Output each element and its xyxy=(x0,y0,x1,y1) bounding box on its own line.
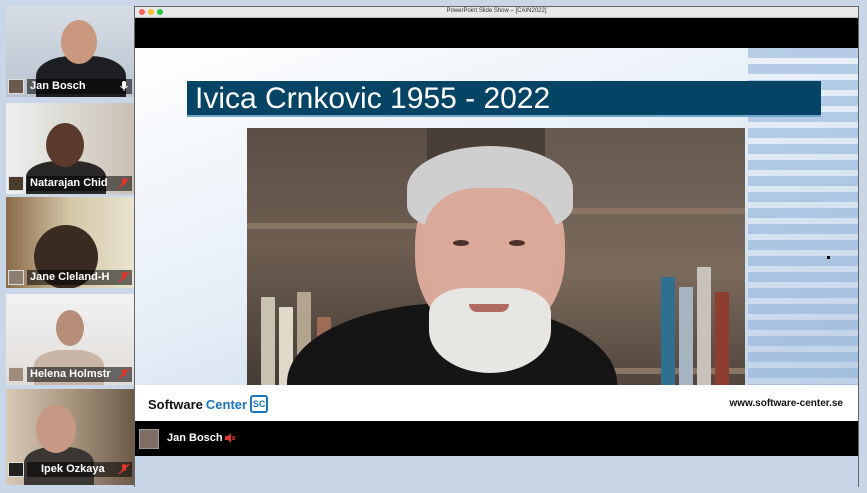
participant-tile-ipek[interactable]: Ipek Ozkaya xyxy=(6,389,134,485)
window-titlebar: PowerPoint Slide Show – [CAIN2022] xyxy=(135,7,858,18)
shelf-board xyxy=(247,223,427,229)
book xyxy=(679,287,693,387)
website-url: www.software-center.se xyxy=(729,398,843,409)
participant-nameplate: Helena Holmstr xyxy=(8,367,132,382)
slide-title: Ivica Crnkovic 1955 - 2022 xyxy=(195,82,551,115)
microphone-muted-icon[interactable] xyxy=(118,368,130,380)
avatar xyxy=(8,176,24,191)
shelf-board xyxy=(545,208,745,214)
slide-title-bar: Ivica Crnkovic 1955 - 2022 xyxy=(187,81,821,117)
participant-name: Helena Holmstr xyxy=(27,367,132,382)
avatar xyxy=(8,270,24,285)
book xyxy=(261,297,275,387)
brand-logo-icon: SC xyxy=(250,395,269,413)
portrait-photo xyxy=(247,128,745,417)
person-beard xyxy=(429,288,551,373)
participant-nameplate: Ipek Ozkaya xyxy=(8,462,132,477)
avatar xyxy=(8,79,24,94)
window-bottom xyxy=(135,456,858,488)
participant-strip: Jan Bosch Natarajan Chid Jane Cleland-H xyxy=(6,6,134,487)
brand-name: Software xyxy=(148,396,203,412)
participant-nameplate: Natarajan Chid xyxy=(8,176,132,191)
avatar xyxy=(8,367,24,382)
mouse-cursor xyxy=(827,256,830,259)
microphone-muted-icon[interactable] xyxy=(118,271,130,283)
person-mouth xyxy=(469,304,509,312)
participant-name: Ipek Ozkaya xyxy=(27,462,132,477)
microphone-muted-icon[interactable] xyxy=(118,463,130,475)
avatar xyxy=(139,429,159,449)
microphone-muted-icon[interactable] xyxy=(224,432,236,444)
person-head xyxy=(56,310,84,346)
person-eye xyxy=(509,240,525,246)
book xyxy=(661,277,675,387)
participant-name: Natarajan Chid xyxy=(27,176,132,191)
participant-name: Jane Cleland-H xyxy=(27,270,132,285)
book xyxy=(697,267,711,387)
microphone-icon[interactable] xyxy=(118,80,130,92)
presentation-window: PowerPoint Slide Show – [CAIN2022] Ivica… xyxy=(134,6,859,488)
letterbox-top xyxy=(135,18,858,48)
slide: Ivica Crnkovic 1955 - 2022 Software Cent… xyxy=(135,48,858,421)
avatar xyxy=(8,462,24,477)
slide-footer: Software Center SC www.software-center.s… xyxy=(135,385,858,421)
active-speaker-name: Jan Bosch xyxy=(167,432,223,444)
brand-name-accent: Center xyxy=(205,396,248,412)
book xyxy=(715,292,729,387)
participant-tile-natarajan[interactable]: Natarajan Chid xyxy=(6,103,134,194)
participant-nameplate: Jane Cleland-H xyxy=(8,270,132,285)
participant-tile-jane[interactable]: Jane Cleland-H xyxy=(6,197,134,288)
person-head xyxy=(46,123,84,167)
participant-nameplate: Jan Bosch xyxy=(8,79,132,94)
person-eye xyxy=(453,240,469,246)
microphone-muted-icon[interactable] xyxy=(118,177,130,189)
participant-tile-helena[interactable]: Helena Holmstr xyxy=(6,294,134,385)
participant-tile-jan-bosch[interactable]: Jan Bosch xyxy=(6,6,134,97)
person-head xyxy=(36,405,76,453)
active-speaker-bar: Jan Bosch xyxy=(135,421,858,456)
window-title: PowerPoint Slide Show – [CAIN2022] xyxy=(446,8,547,14)
person-head xyxy=(61,20,97,64)
participant-name: Jan Bosch xyxy=(27,79,132,94)
brand-logo: Software Center SC xyxy=(148,395,269,413)
